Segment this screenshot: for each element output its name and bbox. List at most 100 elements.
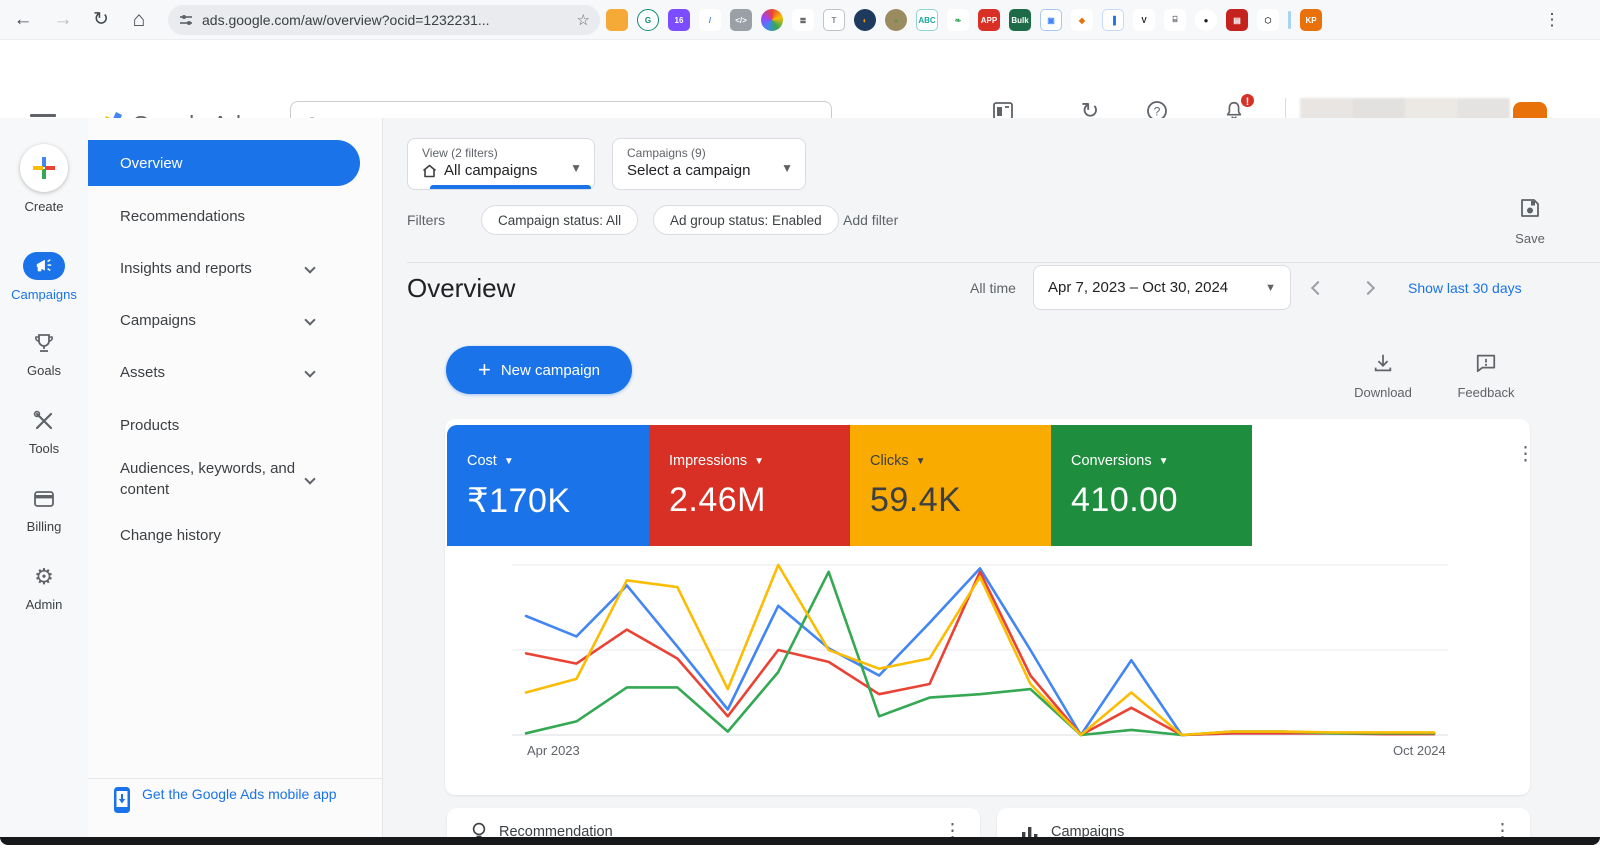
date-range-selector[interactable]: Apr 7, 2023 – Oct 30, 2024 ▼ — [1033, 265, 1291, 310]
mobile-app-link-text: Get the Google Ads mobile app — [142, 786, 337, 814]
megaphone-icon — [23, 252, 65, 280]
campaign-selector-label: Campaigns (9) — [627, 146, 805, 160]
metric-card-conversions[interactable]: Conversions▼ 410.00 — [1051, 425, 1252, 546]
panel-menu-kebab-icon[interactable]: ⋮ — [1493, 828, 1512, 836]
tools-icon — [0, 408, 88, 434]
x-axis-end-label: Oct 2024 — [1393, 743, 1446, 758]
nav-item-insights-reports[interactable]: Insights and reports — [88, 245, 360, 291]
filter-chip-campaign-status[interactable]: Campaign status: All — [481, 205, 638, 235]
bookmark-star-icon[interactable]: ☆ — [577, 11, 590, 29]
nav-bottom-divider — [88, 778, 382, 779]
rail-item-create[interactable]: Create — [0, 144, 88, 214]
nav-label-assets: Assets — [120, 364, 165, 381]
browser-back-icon[interactable]: ← — [8, 0, 38, 40]
performance-card: Cost▼ ₹170K Impressions▼ 2.46M Clicks▼ 5… — [445, 419, 1530, 795]
save-button[interactable]: Save — [1500, 196, 1560, 246]
nav-item-overview[interactable]: Overview — [88, 140, 360, 186]
rail-item-billing[interactable]: Billing — [0, 486, 88, 534]
date-range-value: Apr 7, 2023 – Oct 30, 2024 — [1048, 279, 1265, 296]
browser-menu-kebab-icon[interactable]: ⋮ — [1537, 0, 1567, 40]
rail-item-admin[interactable]: ⚙ Admin — [0, 564, 88, 612]
metric-value: 410.00 — [1071, 481, 1252, 520]
panel-menu-kebab-icon[interactable]: ⋮ — [943, 828, 962, 836]
pencil-extension[interactable]: / — [699, 9, 721, 31]
fox-extension[interactable]: ◆ — [1071, 9, 1093, 31]
code-extension[interactable]: </> — [730, 9, 752, 31]
v-letter-extension[interactable]: V — [1133, 9, 1155, 31]
tag-extension[interactable]: ▣ — [1040, 9, 1062, 31]
dropdown-caret-icon: ▼ — [781, 161, 793, 175]
nav-label-products: Products — [120, 417, 179, 434]
dropdown-caret-icon: ▼ — [1265, 282, 1276, 294]
globe-extension[interactable]: ● — [885, 9, 907, 31]
nav-item-change-history[interactable]: Change history — [88, 512, 360, 558]
rail-item-tools[interactable]: Tools — [0, 408, 88, 456]
metric-caret-icon: ▼ — [1159, 456, 1169, 467]
dark-circle-extension[interactable]: ● — [1195, 9, 1217, 31]
orange-extension[interactable] — [606, 9, 628, 31]
red-notes-extension[interactable]: ▤ — [1226, 9, 1248, 31]
url-text[interactable]: ads.google.com/aw/overview?ocid=1232231.… — [202, 12, 577, 28]
filter-chip-adgroup-status[interactable]: Ad group status: Enabled — [653, 205, 839, 235]
metric-card-impressions[interactable]: Impressions▼ 2.46M — [649, 425, 850, 546]
browser-forward-icon[interactable]: → — [48, 0, 78, 40]
leaf-extension[interactable]: ❧ — [947, 9, 969, 31]
rail-label-admin: Admin — [0, 597, 88, 612]
rail-item-goals[interactable]: Goals — [0, 330, 88, 378]
save-label: Save — [1500, 231, 1560, 246]
orange-navy-extension[interactable]: ◐ — [854, 9, 876, 31]
metric-caret-icon: ▼ — [916, 456, 926, 467]
metric-value: 59.4K — [870, 481, 1051, 520]
chevron-down-icon — [304, 314, 315, 325]
campaign-selector[interactable]: Campaigns (9) Select a campaign ▼ — [612, 138, 806, 190]
puzzle-extension[interactable]: ⬡ — [1257, 9, 1279, 31]
mobile-app-link[interactable]: Get the Google Ads mobile app — [112, 786, 362, 814]
rail-label-tools: Tools — [0, 441, 88, 456]
nav-item-campaigns[interactable]: Campaigns — [88, 297, 360, 343]
separator — [1288, 11, 1291, 29]
feedback-button[interactable]: Feedback — [1446, 352, 1526, 400]
series-line-impressions — [526, 572, 1434, 735]
notification-badge: ! — [1239, 92, 1256, 109]
google-ads-window: ← → ↻ ⌂ ads.google.com/aw/overview?ocid=… — [0, 0, 1600, 845]
color-wheel-extension[interactable] — [761, 9, 783, 31]
card-menu-kebab-icon[interactable]: ⋮ — [1516, 451, 1535, 459]
grammarly-extension[interactable]: G — [637, 9, 659, 31]
view-selector-active-indicator — [430, 185, 591, 189]
app-badge-extension[interactable]: APP — [978, 9, 1000, 31]
browser-reload-icon[interactable]: ↻ — [86, 0, 116, 40]
download-label: Download — [1343, 385, 1423, 400]
performance-line-chart — [512, 559, 1448, 741]
nav-item-audiences[interactable]: Audiences, keywords, and content — [88, 448, 360, 510]
show-last-30-days-link[interactable]: Show last 30 days — [1408, 280, 1522, 296]
download-button[interactable]: Download — [1343, 352, 1423, 400]
kp-extension[interactable]: KP — [1300, 9, 1322, 31]
robot-extension[interactable]: ⌸ — [1164, 9, 1186, 31]
nav-label-change-history: Change history — [120, 527, 221, 544]
abc-check-extension[interactable]: ABC — [916, 9, 938, 31]
new-campaign-button[interactable]: + New campaign — [446, 346, 632, 394]
address-bar[interactable]: ads.google.com/aw/overview?ocid=1232231.… — [168, 5, 600, 35]
trophy-icon — [0, 330, 88, 356]
view-selector[interactable]: View (2 filters) All campaigns ▼ — [407, 138, 595, 190]
nav-item-assets[interactable]: Assets — [88, 349, 360, 395]
bulk-send-extension[interactable]: Bulk — [1009, 9, 1031, 31]
rail-label-campaigns: Campaigns — [0, 287, 88, 302]
blue-doc-extension[interactable]: ▐ — [1102, 9, 1124, 31]
feedback-icon — [1475, 352, 1497, 374]
phone-download-icon — [112, 786, 132, 814]
browser-home-icon[interactable]: ⌂ — [124, 0, 154, 40]
add-filter-button[interactable]: Add filter — [843, 212, 898, 228]
purple-badge-extension[interactable]: 16 — [668, 9, 690, 31]
layers-extension[interactable]: ≣ — [792, 9, 814, 31]
metric-card-cost[interactable]: Cost▼ ₹170K — [447, 425, 649, 546]
site-settings-icon[interactable] — [178, 12, 194, 28]
rail-item-campaigns[interactable]: Campaigns — [0, 252, 88, 302]
metric-card-clicks[interactable]: Clicks▼ 59.4K — [850, 425, 1051, 546]
nav-item-products[interactable]: Products — [88, 402, 360, 448]
view-selector-value: All campaigns — [444, 162, 537, 179]
create-plus-icon[interactable] — [20, 144, 68, 192]
nav-item-recommendations[interactable]: Recommendations — [88, 193, 360, 239]
t-letter-extension[interactable]: T — [823, 9, 845, 31]
nav-label-audiences-1: Audiences, keywords, and — [120, 460, 295, 477]
